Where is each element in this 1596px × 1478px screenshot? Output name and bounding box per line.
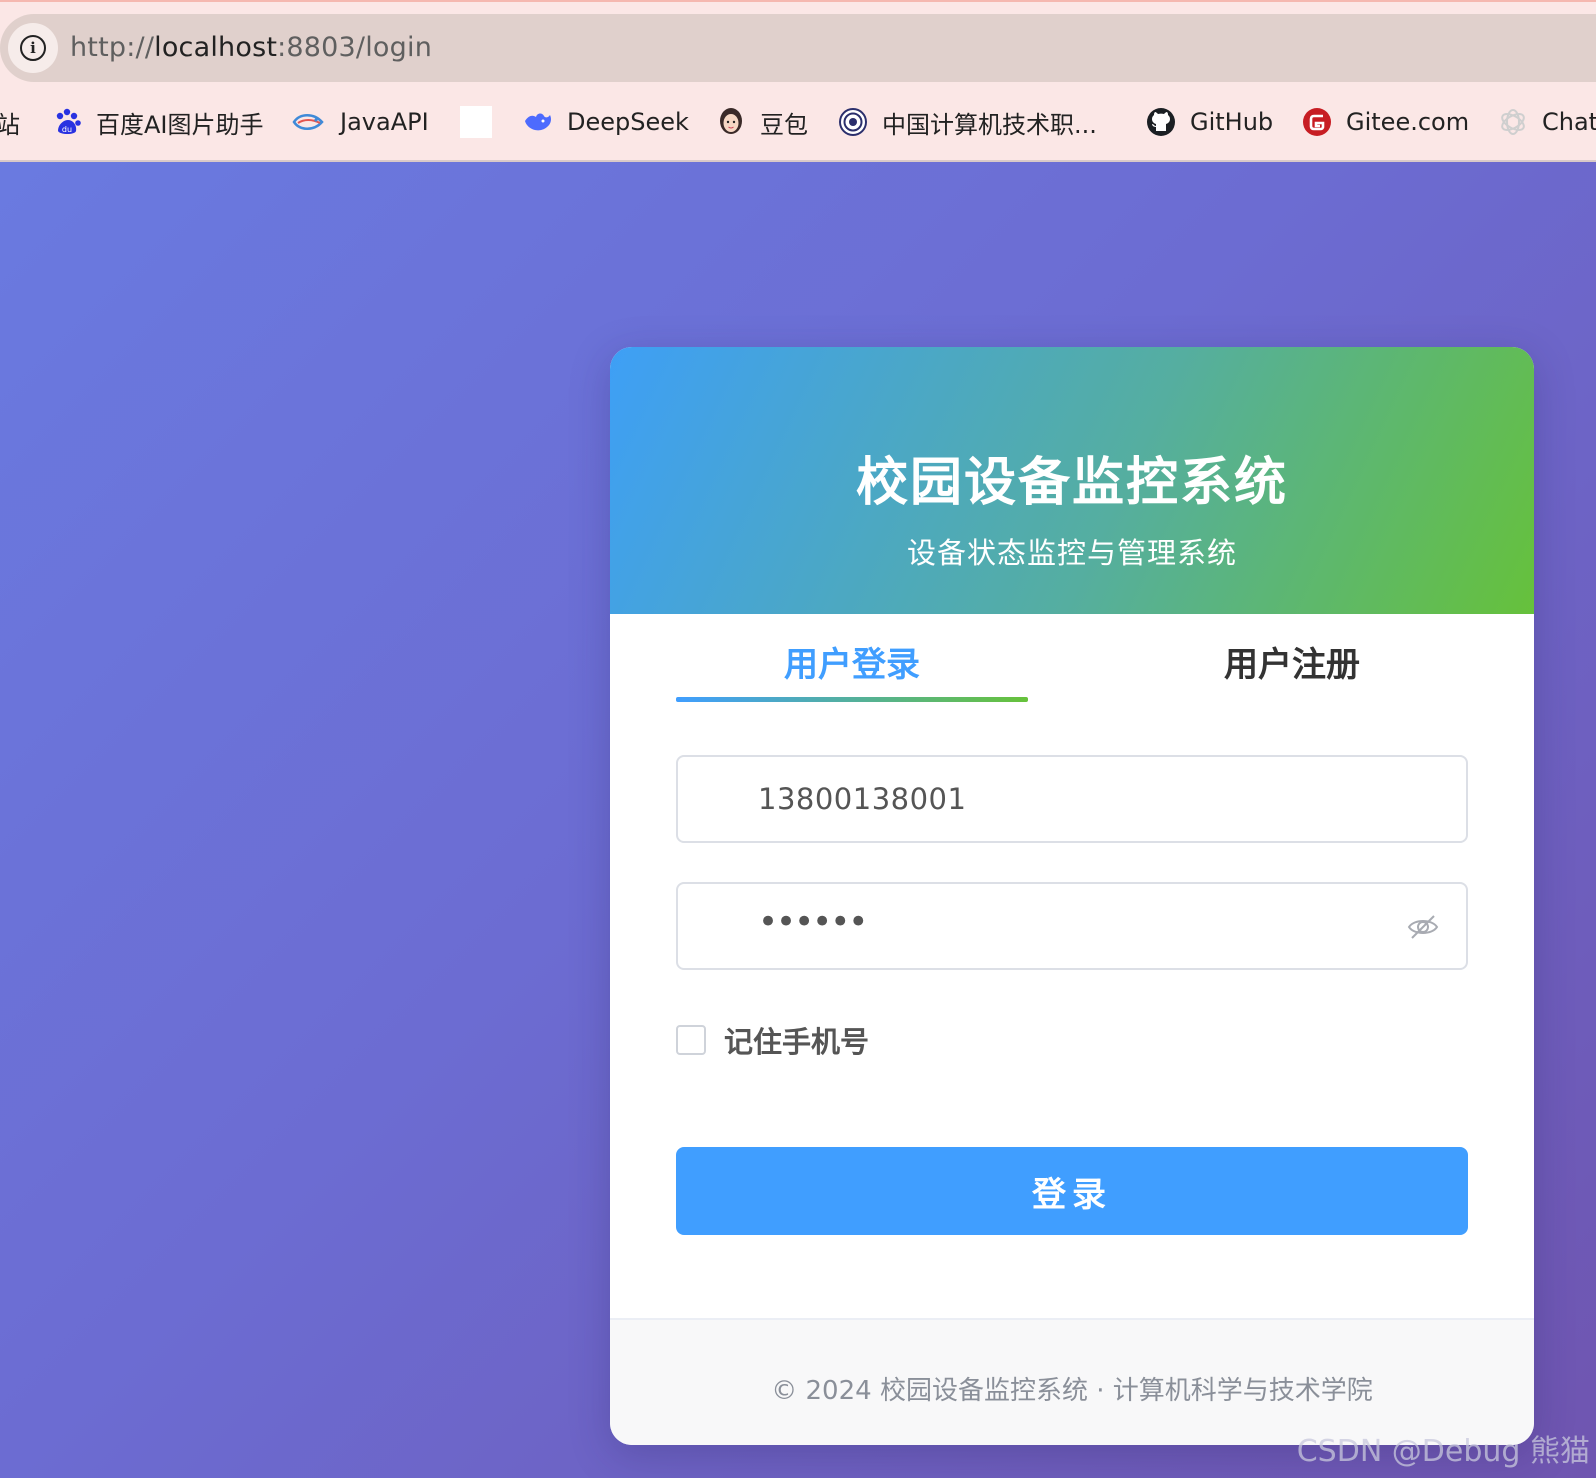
login-button[interactable]: 登录 (676, 1147, 1468, 1235)
bookmark-label: GitHub (1190, 108, 1274, 136)
active-tab-indicator (676, 697, 1028, 702)
bookmark-gitee[interactable]: Gitee.com (1302, 98, 1469, 146)
eye-slash-icon[interactable] (1406, 912, 1440, 942)
bookmark-label: Chat (1542, 108, 1596, 136)
url-path: :8803/login (277, 32, 433, 63)
password-input-value: •••••• (758, 902, 868, 942)
watermark: CSDN @Debug 熊猫 (1296, 1434, 1590, 1469)
java-fish-icon (292, 107, 326, 137)
bookmark-deepseek[interactable]: DeepSeek (523, 98, 689, 146)
bookmarks-bar: 站 du 百度AI图片助手 JavaAPI DeepSeek 豆包 中国计算机技… (0, 98, 1596, 146)
system-title: 校园设备监控系统 (855, 453, 1288, 513)
bookmark-chat[interactable]: Chat (1498, 98, 1596, 146)
bookmark-label: 中国计算机技术职... (882, 110, 1097, 139)
bookmark-javaapi[interactable]: JavaAPI (292, 98, 429, 146)
url-scheme: http:// (70, 32, 155, 63)
bookmark-label: JavaAPI (340, 108, 429, 136)
chrome-top-border (0, 0, 1596, 2)
remember-checkbox[interactable] (676, 1025, 706, 1055)
blank-page-icon (460, 106, 492, 138)
remember-phone-option[interactable]: 记住手机号 (676, 1019, 869, 1061)
remember-label: 记住手机号 (724, 1025, 870, 1059)
url-host: localhost (154, 32, 278, 63)
deepseek-whale-icon (523, 107, 553, 137)
baidu-paw-icon: du (52, 107, 82, 137)
bookmark-blank[interactable] (460, 98, 492, 146)
bookmark-label: 站 (0, 110, 20, 139)
phone-input[interactable]: 13800138001 (676, 755, 1468, 843)
url-text[interactable]: http://localhost:8803/login (70, 32, 432, 63)
site-info-button[interactable]: i (8, 23, 58, 73)
tab-register[interactable]: 用户注册 (1116, 637, 1468, 686)
bookmark-github[interactable]: GitHub (1146, 98, 1273, 146)
bookmark-label: 豆包 (760, 110, 808, 139)
bookmark-doubao[interactable]: 豆包 (716, 98, 808, 146)
gitee-icon (1302, 107, 1332, 137)
phone-input-value: 13800138001 (758, 782, 967, 816)
svg-text:du: du (62, 125, 72, 134)
info-icon: i (20, 35, 46, 61)
copyright-text: © 2024 校园设备监控系统 · 计算机科学与技术学院 (771, 1376, 1373, 1406)
tab-login[interactable]: 用户登录 (676, 637, 1028, 686)
openai-icon (1498, 107, 1528, 137)
doubao-avatar-icon (716, 107, 746, 137)
bookmark-partial[interactable]: 站 (0, 98, 20, 146)
password-input[interactable]: •••••• (676, 882, 1468, 970)
bookmark-label: DeepSeek (567, 108, 689, 136)
system-subtitle: 设备状态监控与管理系统 (906, 536, 1237, 570)
browser-chrome: i http://localhost:8803/login 站 du 百度AI图… (0, 0, 1596, 162)
bookmark-ccf[interactable]: 中国计算机技术职... (838, 98, 1097, 146)
bookmark-label: 百度AI图片助手 (96, 110, 264, 139)
github-icon (1146, 107, 1176, 137)
address-bar[interactable]: i http://localhost:8803/login (0, 14, 1596, 82)
card-header: 校园设备监控系统 设备状态监控与管理系统 (610, 347, 1534, 614)
bookmark-label: Gitee.com (1346, 108, 1470, 136)
org-seal-icon (838, 107, 868, 137)
bookmark-baidu-ai[interactable]: du 百度AI图片助手 (52, 98, 264, 146)
login-card: 校园设备监控系统 设备状态监控与管理系统 用户登录 用户注册 138001380… (610, 347, 1534, 1445)
